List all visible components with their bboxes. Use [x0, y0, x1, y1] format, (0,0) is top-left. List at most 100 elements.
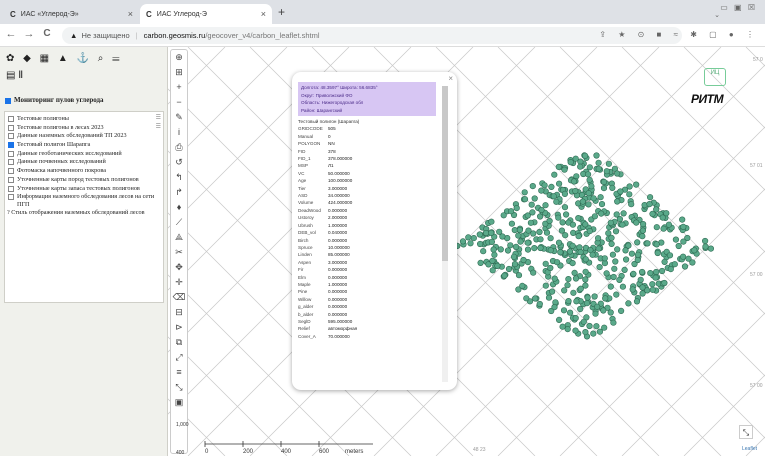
survey-point[interactable] — [507, 242, 514, 249]
survey-point[interactable] — [601, 255, 608, 262]
survey-point[interactable] — [600, 307, 607, 314]
survey-point[interactable] — [667, 266, 674, 273]
layer-item[interactable]: Информация наземного обследования лесов … — [7, 193, 161, 208]
survey-point[interactable] — [666, 252, 674, 259]
survey-point[interactable] — [504, 247, 512, 254]
survey-point[interactable] — [505, 265, 513, 273]
survey-point[interactable] — [575, 233, 582, 240]
layer-checkbox[interactable] — [8, 150, 14, 157]
survey-point[interactable] — [659, 267, 666, 275]
survey-point[interactable] — [590, 330, 597, 337]
survey-point[interactable] — [538, 187, 545, 194]
close-popup-icon[interactable]: × — [448, 74, 453, 83]
survey-point[interactable] — [480, 248, 487, 255]
survey-point[interactable] — [547, 264, 554, 272]
survey-point[interactable] — [536, 228, 543, 236]
survey-point[interactable] — [494, 262, 501, 269]
survey-point[interactable] — [521, 196, 529, 203]
layer-item[interactable]: Уточненные карты запаса тестовых полигон… — [7, 185, 161, 193]
survey-point[interactable] — [707, 245, 715, 252]
survey-point[interactable] — [680, 223, 687, 230]
survey-point[interactable] — [612, 258, 619, 265]
survey-point[interactable] — [601, 324, 608, 331]
layer-checkbox[interactable] — [8, 142, 14, 149]
survey-point[interactable] — [582, 256, 589, 263]
map-tool-button[interactable]: − — [171, 95, 187, 110]
survey-point[interactable] — [634, 256, 641, 264]
survey-point[interactable] — [542, 202, 549, 209]
layer-item[interactable]: Данные почвенных исследований — [7, 158, 161, 166]
map-tool-button[interactable]: ✥ — [171, 260, 187, 275]
window-controls[interactable]: ▭ ▣ ☒ — [720, 3, 757, 12]
survey-point[interactable] — [621, 266, 628, 273]
survey-point[interactable] — [591, 213, 599, 220]
survey-point[interactable] — [652, 274, 659, 281]
layer-legend-icon[interactable]: ☰ — [156, 115, 161, 123]
layer-item[interactable]: Тестовые полигоны ☰ — [7, 115, 161, 123]
survey-point[interactable] — [672, 236, 680, 243]
survey-point[interactable] — [570, 178, 578, 185]
survey-point[interactable] — [603, 168, 610, 175]
map-tool-button[interactable]: ✛ — [171, 275, 187, 290]
survey-point[interactable] — [488, 218, 495, 225]
survey-point[interactable] — [589, 251, 596, 258]
survey-point[interactable] — [537, 236, 544, 243]
survey-point[interactable] — [614, 198, 621, 205]
survey-point[interactable] — [619, 283, 627, 290]
survey-point[interactable] — [607, 219, 614, 226]
survey-point[interactable] — [603, 270, 610, 277]
survey-point[interactable] — [554, 259, 561, 266]
survey-point[interactable] — [513, 205, 520, 212]
survey-point[interactable] — [465, 234, 472, 241]
survey-point[interactable] — [497, 246, 504, 253]
survey-point[interactable] — [515, 272, 523, 279]
tab-ias-ugleron-1[interactable]: C ИАС «Углерод-Э» × — [4, 4, 139, 24]
survey-point[interactable] — [583, 300, 591, 307]
sidebar-toolbar[interactable]: ✿ ◆ ▦ ▲ ⚓ ⌕ ☰ — [6, 53, 123, 64]
survey-point[interactable] — [639, 227, 647, 234]
survey-point[interactable] — [499, 233, 506, 240]
popup-scroll-thumb[interactable] — [442, 86, 448, 261]
survey-point[interactable] — [575, 215, 582, 222]
survey-point[interactable] — [531, 245, 538, 252]
survey-point[interactable] — [548, 183, 555, 190]
survey-point[interactable] — [590, 195, 597, 202]
map-tool-button[interactable]: i — [171, 125, 187, 140]
survey-point[interactable] — [634, 251, 642, 258]
survey-point[interactable] — [653, 268, 660, 276]
survey-point[interactable] — [582, 268, 589, 275]
survey-point[interactable] — [572, 315, 579, 322]
survey-point[interactable] — [489, 257, 496, 264]
survey-point[interactable] — [521, 189, 528, 196]
survey-point[interactable] — [613, 291, 620, 298]
url-field[interactable]: ▲ Не защищено | carbon.geosmis.ru /geoco… — [62, 27, 682, 44]
survey-point[interactable] — [543, 229, 551, 236]
survey-point[interactable] — [572, 187, 579, 195]
survey-point[interactable] — [489, 267, 496, 274]
survey-point[interactable] — [551, 171, 558, 178]
layer-item[interactable]: Фотомаска напочвенного покрова — [7, 167, 161, 175]
survey-point[interactable] — [501, 272, 508, 279]
survey-point[interactable] — [519, 282, 526, 289]
survey-point[interactable] — [516, 226, 524, 234]
main-layer-checkbox[interactable] — [5, 97, 11, 104]
survey-point[interactable] — [572, 275, 580, 282]
survey-point[interactable] — [564, 326, 571, 333]
survey-point[interactable] — [605, 160, 613, 167]
layer-item[interactable]: Уточненные карты пород тестовых полигоно… — [7, 176, 161, 184]
survey-point[interactable] — [531, 195, 538, 202]
survey-point[interactable] — [547, 247, 554, 254]
survey-point[interactable] — [511, 227, 518, 234]
survey-point[interactable] — [524, 246, 532, 253]
survey-point[interactable] — [537, 244, 544, 252]
map-tool-button[interactable]: ≡ — [171, 365, 187, 380]
survey-point[interactable] — [679, 216, 686, 223]
survey-point[interactable] — [490, 246, 497, 253]
survey-point[interactable] — [488, 238, 496, 245]
survey-point[interactable] — [663, 210, 670, 217]
survey-point[interactable] — [577, 305, 584, 313]
map-tool-button[interactable]: ✎ — [171, 110, 187, 125]
survey-point[interactable] — [653, 206, 660, 213]
survey-point[interactable] — [528, 201, 535, 208]
layer-item[interactable]: Данные геоботанических исследований — [7, 150, 161, 158]
